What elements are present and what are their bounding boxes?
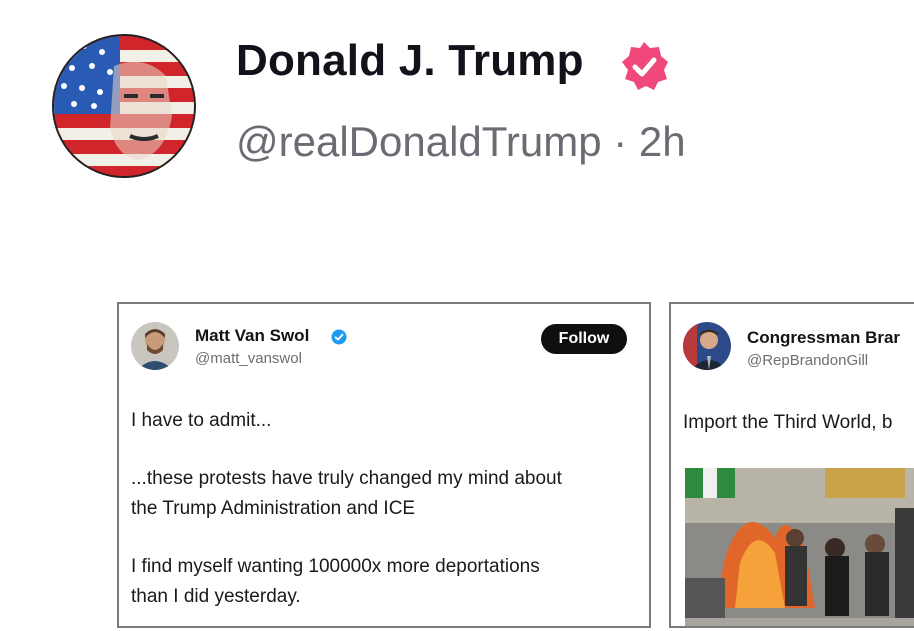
official-portrait-photo [683,322,731,370]
tweet-text-line: Import the Third World, b [683,412,893,433]
separator-dot: · [613,118,628,165]
card-author-handle[interactable]: @matt_vanswol [195,350,302,367]
protest-scene-image [685,468,914,626]
post-timestamp[interactable]: 2h [639,118,686,165]
verified-badge-icon [622,42,668,90]
card-avatar[interactable] [683,322,731,370]
embedded-tweet-card[interactable]: Congressman Brar @RepBrandonGill Import … [669,302,914,628]
embedded-tweet-card[interactable]: Matt Van Swol @matt_vanswol Follow I hav… [117,302,651,628]
profile-avatar[interactable] [52,34,196,178]
tweet-text-line: I have to admit... [131,410,272,431]
author-handle-line: @realDonaldTrump · 2h [236,118,686,166]
protest-photo[interactable] [685,468,914,626]
author-name[interactable]: Donald J. Trump [236,36,584,86]
tweet-text-line: ...these protests have truly changed my … [131,468,562,489]
card-author-handle[interactable]: @RepBrandonGill [747,352,868,369]
follow-button[interactable]: Follow [541,324,627,354]
card-author-name[interactable]: Matt Van Swol [195,326,309,346]
author-handle[interactable]: @realDonaldTrump [236,118,602,165]
verified-badge-icon [331,329,347,345]
person-photo [131,322,179,370]
card-avatar[interactable] [131,322,179,370]
flag-portrait-image [54,36,194,176]
tweet-text-line: than I did yesterday. [131,586,301,607]
card-author-name[interactable]: Congressman Brar [747,328,900,348]
tweet-text-line: I find myself wanting 100000x more depor… [131,556,540,577]
tweet-text-line: the Trump Administration and ICE [131,498,416,519]
